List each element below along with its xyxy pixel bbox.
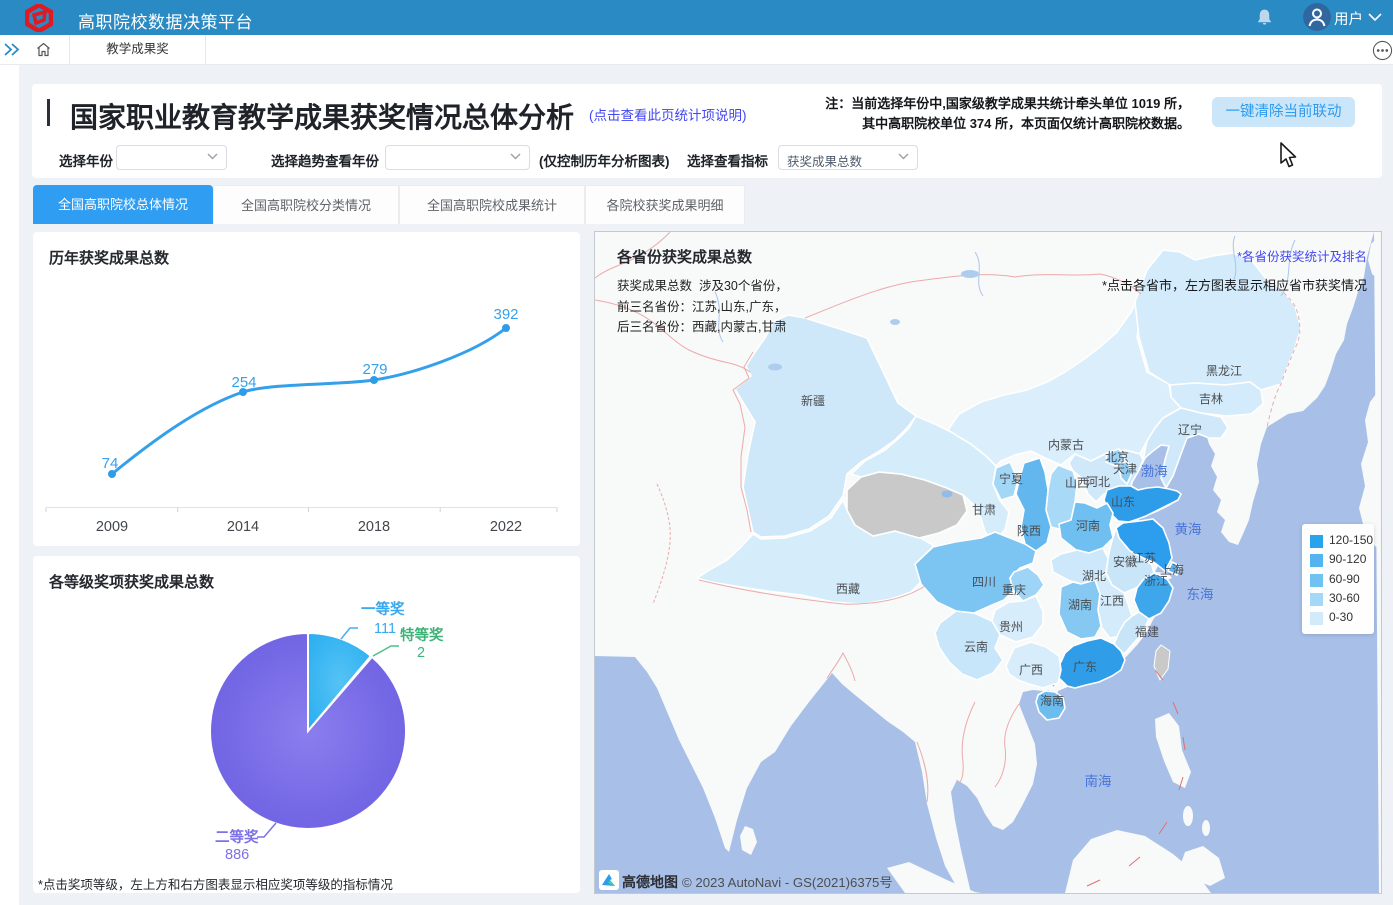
- svg-text:福建: 福建: [1135, 624, 1159, 639]
- svg-text:海南: 海南: [1040, 693, 1064, 708]
- svg-text:111: 111: [374, 621, 396, 637]
- svg-text:黄海: 黄海: [1175, 522, 1202, 537]
- svg-text:西藏: 西藏: [836, 582, 860, 596]
- svg-text:云南: 云南: [964, 639, 988, 654]
- svg-text:宁夏: 宁夏: [999, 471, 1023, 486]
- svg-text:重庆: 重庆: [1002, 583, 1026, 597]
- svg-text:湖北: 湖北: [1082, 568, 1106, 583]
- svg-text:254: 254: [231, 374, 256, 391]
- svg-text:河南: 河南: [1076, 518, 1100, 533]
- svg-text:渤海: 渤海: [1141, 464, 1168, 479]
- svg-text:一等奖: 一等奖: [361, 600, 405, 618]
- svg-text:2009: 2009: [96, 519, 128, 535]
- svg-text:886: 886: [225, 847, 249, 863]
- svg-text:2: 2: [417, 645, 425, 661]
- svg-text:74: 74: [102, 455, 119, 472]
- svg-text:内蒙古: 内蒙古: [1048, 437, 1084, 452]
- svg-text:辽宁: 辽宁: [1178, 422, 1202, 437]
- svg-text:392: 392: [493, 306, 518, 323]
- svg-text:湖南: 湖南: [1068, 597, 1092, 612]
- svg-text:陕西: 陕西: [1017, 523, 1041, 538]
- svg-text:广东: 广东: [1073, 660, 1097, 674]
- svg-text:甘肃: 甘肃: [972, 503, 996, 517]
- svg-text:279: 279: [362, 361, 387, 378]
- svg-text:新疆: 新疆: [801, 393, 825, 408]
- svg-text:二等奖: 二等奖: [215, 828, 259, 846]
- svg-text:2018: 2018: [358, 519, 390, 535]
- svg-text:天津: 天津: [1113, 462, 1137, 476]
- svg-text:河北: 河北: [1086, 475, 1110, 489]
- svg-text:吉林: 吉林: [1199, 392, 1223, 406]
- svg-text:安徽: 安徽: [1113, 554, 1137, 569]
- svg-text:浙江: 浙江: [1144, 574, 1168, 588]
- svg-text:广西: 广西: [1019, 663, 1043, 677]
- svg-text:四川: 四川: [972, 575, 996, 589]
- svg-text:2022: 2022: [490, 519, 522, 535]
- svg-text:山东: 山东: [1111, 495, 1135, 509]
- svg-text:贵州: 贵州: [999, 620, 1023, 634]
- svg-text:特等奖: 特等奖: [400, 626, 444, 644]
- svg-text:南海: 南海: [1085, 774, 1112, 789]
- svg-text:2014: 2014: [227, 519, 259, 535]
- svg-text:江西: 江西: [1100, 594, 1124, 608]
- svg-text:东海: 东海: [1187, 587, 1214, 602]
- svg-text:黑龙江: 黑龙江: [1206, 364, 1242, 378]
